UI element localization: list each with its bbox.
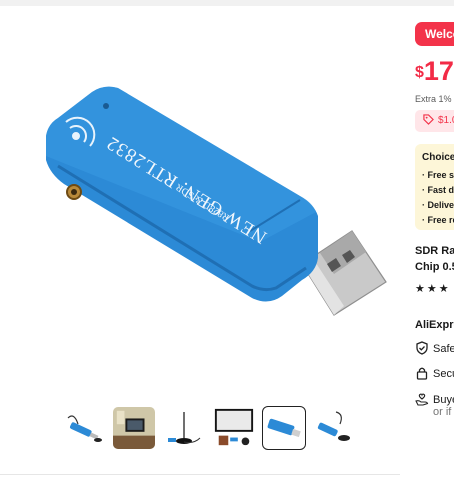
welcome-deal-badge[interactable]: Welco: [415, 22, 454, 46]
choice-item-free-shipping: · Free sh: [422, 170, 454, 180]
tag-icon: [423, 112, 434, 134]
product-title: SDR Rac Chip 0.5: [415, 243, 454, 275]
thumbnail-usb-with-antenna-2[interactable]: [312, 406, 356, 450]
thumbnail-usb-with-antenna[interactable]: [62, 406, 106, 450]
store-name[interactable]: AliExpre: [415, 319, 454, 331]
thumbnail-usb-dongle[interactable]: [262, 406, 306, 450]
perk-buyer-sub: or if: [433, 406, 452, 418]
lock-icon: [415, 366, 429, 380]
product-info-panel: Welco $17 Extra 1% o $1.0 Choice · Free …: [406, 0, 454, 500]
thumbnail-tv-with-accessories[interactable]: [212, 406, 256, 450]
perk-buyer-label: Buye: [433, 394, 454, 406]
choice-item-delivery: · Delive: [422, 200, 454, 210]
thumbnail-tv-room[interactable]: [112, 406, 156, 450]
hand-heart-icon: [415, 392, 429, 406]
extra-discount-text: Extra 1% o: [415, 94, 454, 104]
choice-item-free-returns: · Free re: [422, 215, 454, 225]
rating-stars[interactable]: ★★★: [415, 282, 451, 295]
product-title-line1: SDR Rac: [415, 245, 454, 257]
perk-safe-label: Safe: [433, 343, 454, 355]
thumbnail-antenna[interactable]: [162, 406, 206, 450]
shield-check-icon: [415, 341, 429, 355]
main-product-image[interactable]: NEW GEN. RTL2832 R828D & SDR: [0, 6, 406, 406]
choice-title: Choice: [422, 152, 454, 163]
choice-benefits-box[interactable]: Choice · Free sh · Fast de · Delive · Fr…: [415, 144, 454, 230]
perk-buyer-protection[interactable]: Buye or if: [415, 392, 454, 418]
price: $17: [415, 56, 454, 87]
price-value: 17: [423, 56, 454, 86]
coupon-button[interactable]: $1.0: [415, 110, 454, 132]
perk-secure-label: Secu: [433, 368, 454, 380]
coupon-text: $1.0: [438, 115, 454, 126]
price-currency: $: [415, 64, 424, 81]
divider: [0, 474, 400, 475]
perk-safe-payments[interactable]: Safe: [415, 341, 454, 355]
thumbnail-strip: [62, 406, 356, 452]
perk-secure[interactable]: Secu: [415, 366, 454, 380]
product-title-line2: Chip 0.5: [415, 261, 454, 273]
choice-item-fast-delivery: · Fast de: [422, 185, 454, 195]
